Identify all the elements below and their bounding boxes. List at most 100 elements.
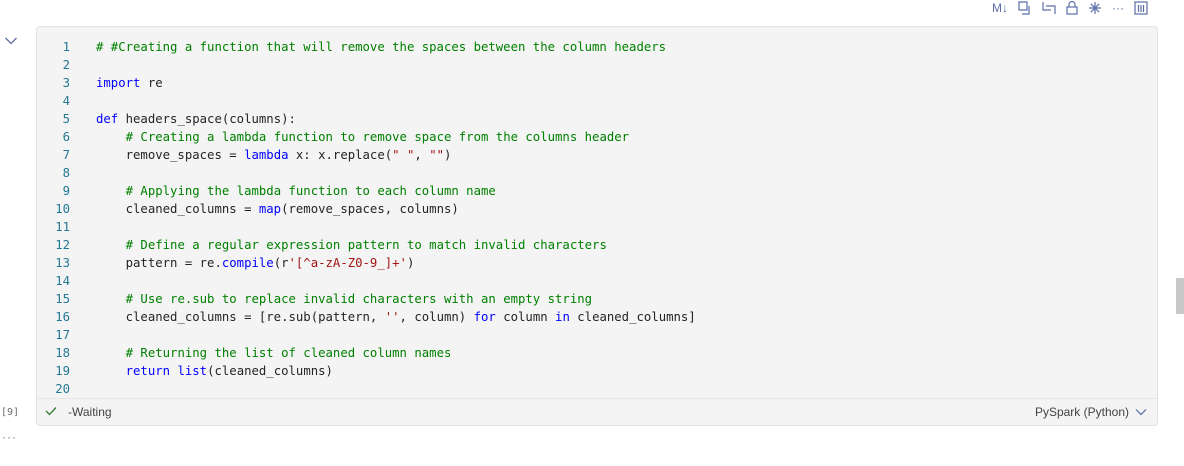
line-number: 1 (62, 40, 70, 54)
code-line[interactable]: 6 # Creating a lambda function to remove… (37, 128, 1157, 146)
code-line[interactable]: 17 (37, 326, 1157, 344)
chevron-down-icon (1135, 409, 1147, 416)
code-text[interactable]: # Use re.sub to replace invalid characte… (96, 290, 592, 308)
code-token: , column) (399, 310, 474, 324)
line-number: 19 (55, 364, 70, 378)
code-token: cleaned_columns = [re.sub(pattern, (96, 310, 385, 324)
code-line[interactable]: 10 cleaned_columns = map(remove_spaces, … (37, 200, 1157, 218)
code-text[interactable]: cleaned_columns = [re.sub(pattern, '', c… (96, 308, 696, 326)
code-line[interactable]: 5 def headers_space(columns): (37, 110, 1157, 128)
code-token: compile (221, 256, 274, 270)
line-number: 6 (62, 130, 70, 144)
freeze-button[interactable] (1088, 0, 1102, 16)
lock-icon (1066, 1, 1078, 15)
line-number: 17 (55, 328, 70, 342)
code-line[interactable]: 16 cleaned_columns = [re.sub(pattern, ''… (37, 308, 1157, 326)
execution-status: -Waiting (68, 405, 112, 419)
lock-button[interactable] (1066, 0, 1078, 16)
line-number: 9 (62, 184, 70, 198)
cell-toolbar: M↓ ··· (992, 0, 1148, 16)
code-line[interactable]: 12 # Define a regular expression pattern… (37, 236, 1157, 254)
markdown-button[interactable]: M↓ (992, 0, 1008, 16)
code-line[interactable]: 3 import re (37, 74, 1157, 92)
run-above-button[interactable] (1018, 0, 1032, 16)
scrollbar-thumb[interactable] (1176, 278, 1184, 314)
code-token: " " (392, 148, 415, 162)
code-token: return (125, 364, 171, 378)
code-line[interactable]: 9 # Applying the lambda function to each… (37, 182, 1157, 200)
code-token: (cleaned_columns) (207, 364, 333, 378)
code-token: "" (429, 148, 444, 162)
run-below-button[interactable] (1042, 0, 1056, 16)
kernel-selector[interactable]: PySpark (Python) (1035, 403, 1147, 421)
cell-status-bar: -Waiting PySpark (Python) (37, 398, 1157, 425)
line-number: 10 (55, 202, 70, 216)
code-token: # Applying the lambda function to each c… (125, 184, 496, 198)
code-token: import (96, 76, 141, 90)
code-text[interactable]: pattern = re.compile(r'[^a-zA-Z0-9_]+') (96, 254, 415, 272)
code-line[interactable]: 1 # #Creating a function that will remove… (37, 38, 1157, 56)
code-line[interactable]: 4 (37, 92, 1157, 110)
line-number: 20 (55, 382, 70, 396)
run-below-icon (1042, 2, 1056, 14)
code-token: for (473, 310, 496, 324)
check-icon (45, 407, 57, 416)
code-cell[interactable]: 1 # #Creating a function that will remove… (36, 26, 1158, 426)
execution-count: [9] (1, 407, 20, 418)
line-number: 5 (62, 112, 70, 126)
code-line[interactable]: 7 remove_spaces = lambda x: x.replace(" … (37, 146, 1157, 164)
code-line[interactable]: 20 (37, 380, 1157, 398)
line-number: 12 (55, 238, 70, 252)
code-text[interactable]: remove_spaces = lambda x: x.replace(" ",… (96, 146, 452, 164)
code-token: headers_space(columns): (118, 112, 296, 126)
code-token: ) (406, 256, 415, 270)
code-text[interactable]: # Creating a lambda function to remove s… (96, 128, 629, 146)
line-number: 14 (55, 274, 70, 288)
code-text[interactable]: import re (96, 74, 163, 92)
code-token: column (495, 310, 556, 324)
code-line[interactable]: 8 (37, 164, 1157, 182)
code-text[interactable]: # #Creating a function that will remove … (96, 38, 666, 56)
code-token: (remove_spaces, columns) (281, 202, 459, 216)
code-text[interactable]: # Define a regular expression pattern to… (96, 236, 607, 254)
code-line[interactable]: 2 (37, 56, 1157, 74)
add-cell-menu[interactable]: ··· (2, 430, 17, 444)
code-token: in (555, 310, 570, 324)
more-button[interactable]: ··· (1112, 0, 1124, 16)
code-editor[interactable]: 1 # #Creating a function that will remove… (37, 38, 1157, 398)
delete-icon (1134, 1, 1148, 15)
line-number: 3 (62, 76, 70, 90)
collapse-chevron-icon[interactable] (4, 36, 18, 46)
delete-button[interactable] (1134, 0, 1148, 16)
code-token: , (414, 148, 430, 162)
code-text[interactable]: # Applying the lambda function to each c… (96, 182, 496, 200)
code-text[interactable]: def headers_space(columns): (96, 110, 296, 128)
code-line[interactable]: 15 # Use re.sub to replace invalid chara… (37, 290, 1157, 308)
code-token: # Returning the list of cleaned column n… (125, 346, 452, 360)
code-token: # #Creating a function that will remove … (96, 40, 667, 54)
code-text[interactable]: # Returning the list of cleaned column n… (96, 344, 452, 362)
line-number: 15 (55, 292, 70, 306)
code-token: ) (444, 148, 452, 162)
code-line[interactable]: 18 # Returning the list of cleaned colum… (37, 344, 1157, 362)
code-token: # Define a regular expression pattern to… (125, 238, 607, 252)
run-above-icon (1018, 1, 1030, 15)
code-token: '' (384, 310, 400, 324)
code-text[interactable]: return list(cleaned_columns) (96, 362, 333, 380)
more-icon: ··· (1112, 1, 1124, 15)
code-line[interactable]: 19 return list(cleaned_columns) (37, 362, 1157, 380)
line-number: 11 (55, 220, 70, 234)
code-line[interactable]: 14 (37, 272, 1157, 290)
line-number: 2 (62, 58, 70, 72)
line-number: 7 (62, 148, 70, 162)
code-line[interactable]: 13 pattern = re.compile(r'[^a-zA-Z0-9_]+… (37, 254, 1157, 272)
code-text[interactable]: cleaned_columns = map(remove_spaces, col… (96, 200, 459, 218)
code-token: map (258, 202, 282, 216)
code-token: def (96, 112, 119, 126)
code-line[interactable]: 11 (37, 218, 1157, 236)
